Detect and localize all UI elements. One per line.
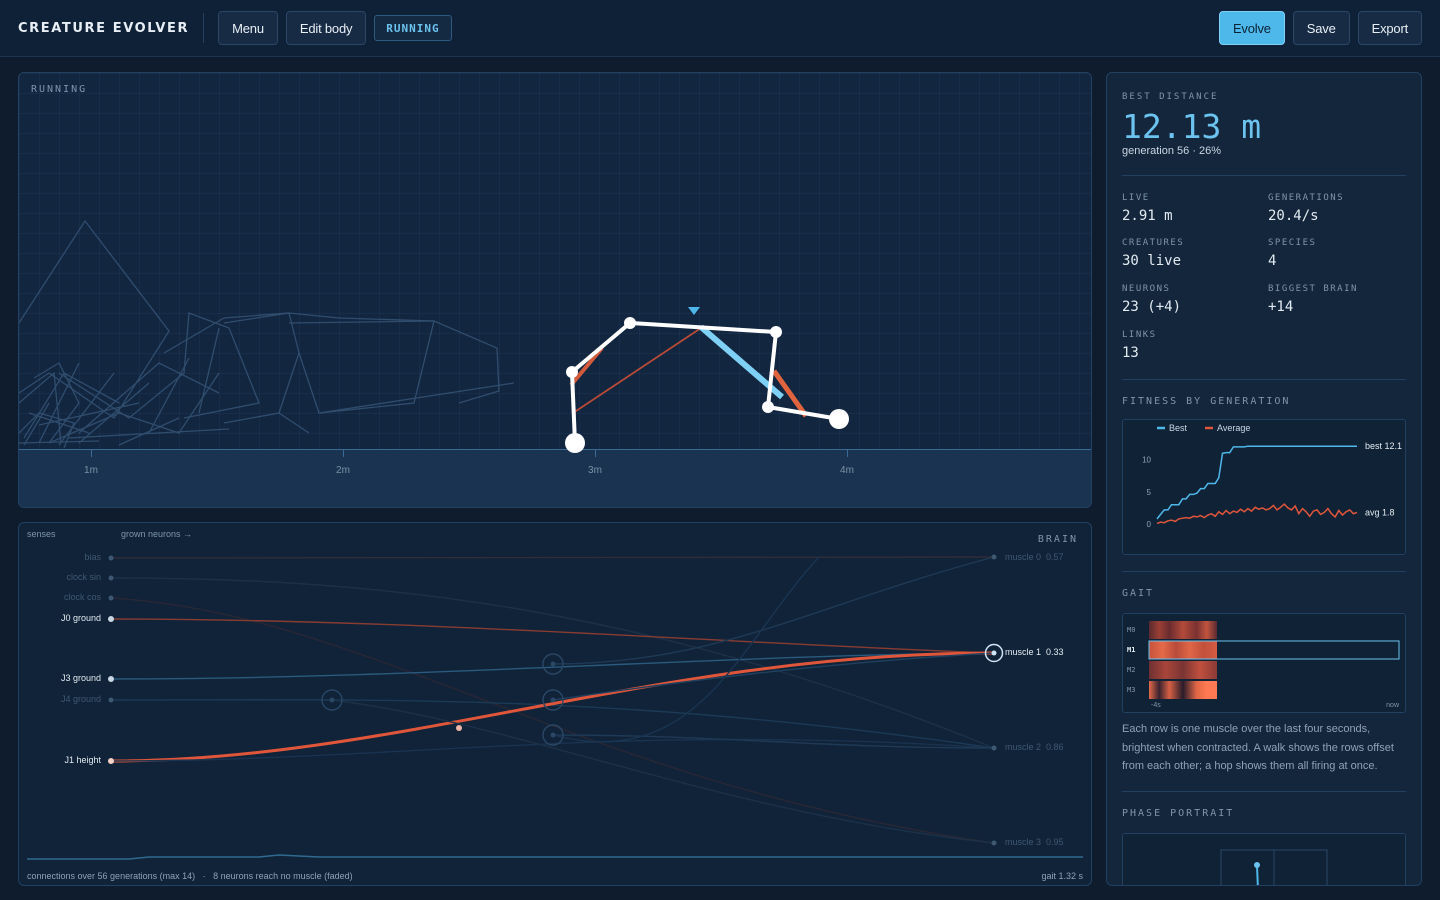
gait-description: Each row is one muscle over the last fou…: [1122, 723, 1394, 772]
legend-label: Average: [1217, 423, 1250, 433]
stat-links: LINKS 13: [1122, 330, 1157, 361]
gait-chart: M0 M1 M2 M3 -4s now: [1122, 613, 1406, 713]
gait-row-label: M1: [1127, 646, 1136, 654]
creature-joint: [566, 366, 578, 378]
gait-row-label: M2: [1127, 666, 1136, 674]
save-button[interactable]: Save: [1292, 11, 1350, 45]
divider: [203, 13, 205, 43]
phase-portrait-svg: [1220, 849, 1328, 885]
creature-joint: [624, 317, 636, 329]
sense-label: bias: [84, 552, 101, 562]
menu-button[interactable]: Menu: [218, 11, 278, 45]
gait-row: [1149, 621, 1217, 639]
fitness-chart: Best Average 10 5 0 best 12.1 avg 1.8: [1122, 419, 1406, 555]
y-tick-label: 0: [1147, 520, 1152, 529]
ground: [19, 449, 1091, 507]
output-label: muscle 0 0.57: [1005, 552, 1064, 562]
divider: [1122, 175, 1406, 176]
distance-tick-label: 4m: [840, 465, 854, 476]
legend-label: Best: [1169, 423, 1188, 433]
sense-nodes: [108, 555, 114, 764]
stat-biggest-brain: BIGGEST BRAIN +14: [1268, 284, 1358, 315]
creature-joint: [762, 401, 774, 413]
best-distance-sub: generation 56 · 26%: [1122, 145, 1222, 157]
output-label: muscle 2 0.86: [1005, 742, 1064, 752]
best-distance-label: BEST DISTANCE: [1122, 92, 1219, 102]
divider: [1122, 571, 1406, 572]
export-button[interactable]: Export: [1357, 11, 1422, 45]
distance-tick-label: 1m: [84, 465, 98, 476]
brain-graph: [27, 554, 1083, 860]
evolve-button[interactable]: Evolve: [1218, 11, 1285, 45]
distance-tick-label: 2m: [336, 465, 350, 476]
output-nodes: [991, 554, 997, 846]
app-title: CREATURE EVOLVER: [18, 20, 190, 36]
sense-label: clock sin: [66, 572, 101, 582]
phase-portrait-label: PHASE PORTRAIT: [1122, 808, 1235, 819]
stat-neurons: NEURONS 23 (+4): [1122, 284, 1182, 315]
distance-tick-label: 3m: [588, 465, 602, 476]
muscle-line: [572, 325, 705, 414]
best-end-label: best 12.1: [1365, 441, 1402, 451]
edit-body-button[interactable]: Edit body: [285, 11, 367, 45]
signal-dot: [456, 725, 462, 731]
fitness-chart-svg: Best Average 10 5 0 best 12.1 avg 1.8: [1142, 423, 1402, 529]
y-tick-label: 10: [1142, 456, 1151, 465]
series-line-average: [1156, 503, 1358, 525]
stat-species: SPECIES 4: [1268, 238, 1317, 269]
stat-creatures: CREATURES 30 live: [1122, 238, 1185, 269]
avg-end-label: avg 1.8: [1365, 507, 1395, 517]
phase-portrait: [1122, 833, 1406, 885]
stat-live: LIVE 2.91 m: [1122, 193, 1173, 224]
gait-label: GAIT: [1122, 588, 1155, 599]
gait-heatmap: [1148, 621, 1400, 699]
gait-row: [1149, 641, 1217, 659]
best-distance-value: 12.13 m: [1122, 107, 1262, 146]
top-bar: CREATURE EVOLVER Menu Edit body RUNNING …: [0, 0, 1440, 57]
creature[interactable]: [19, 73, 1092, 453]
stats-panel: BEST DISTANCE 12.13 m generation 56 · 26…: [1106, 72, 1422, 886]
creature-joint: [565, 433, 585, 453]
divider: [1122, 379, 1406, 380]
gait-row: [1149, 661, 1217, 679]
brain-panel: senses grown neurons → BRAIN bias clock …: [18, 522, 1092, 886]
sense-label: J0 ground: [60, 613, 101, 623]
center-of-mass-marker: [688, 307, 700, 315]
sense-label: J3 ground: [60, 673, 101, 683]
brain-footer: connections over 56 generations (max 14)…: [27, 871, 353, 881]
gait-period: gait 1.32 s: [1041, 871, 1083, 881]
connection-history: [27, 854, 1083, 860]
output-label: muscle 3 0.95: [1005, 837, 1064, 847]
gait-axis-end: now: [1386, 702, 1399, 709]
creature-joint: [829, 409, 849, 429]
gait-row: [1149, 681, 1217, 699]
sense-label: J4 ground: [60, 694, 101, 704]
gait-row-label: M3: [1127, 686, 1136, 694]
creature-joint: [770, 326, 782, 338]
gait-row-label: M0: [1127, 626, 1136, 634]
sense-label: clock cos: [63, 592, 101, 602]
stat-generations: GENERATIONS 20.4/s: [1268, 193, 1345, 224]
fitness-label: FITNESS BY GENERATION: [1122, 396, 1291, 407]
sense-label: J1 height: [64, 755, 101, 765]
divider: [1122, 791, 1406, 792]
gait-axis-start: -4s: [1151, 702, 1161, 709]
output-label: muscle 1 0.33: [1005, 647, 1064, 657]
y-tick-label: 5: [1147, 488, 1152, 497]
simulation-view[interactable]: RUNNING 1m 2m 3m 4m: [18, 72, 1092, 508]
status-badge: RUNNING: [374, 15, 452, 41]
